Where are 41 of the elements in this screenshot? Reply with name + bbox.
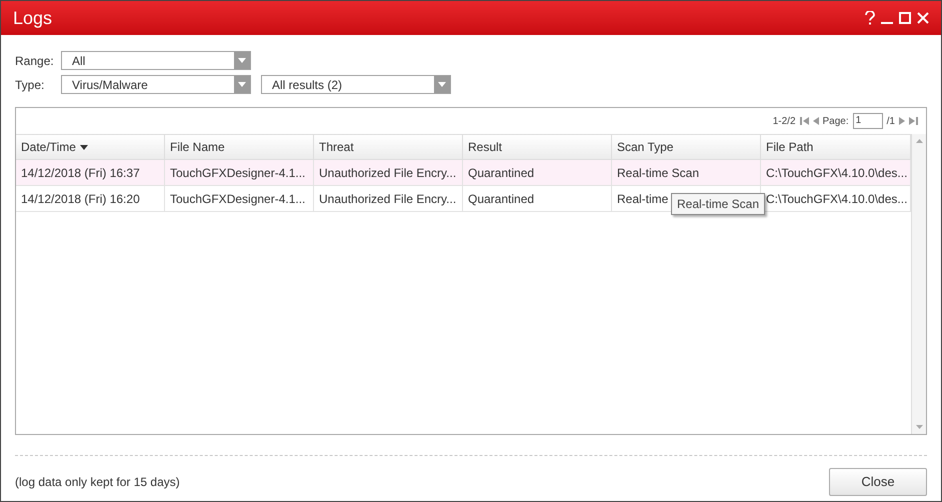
caret-icon [234, 52, 250, 69]
table-row[interactable]: 14/12/2018 (Fri) 16:37 TouchGFXDesigner-4.1... Unauthorized File Encry... Quarantined Real-time Scan C:\TouchGFX\4.10.0\des... [16, 160, 911, 186]
close-button[interactable]: Close [829, 468, 927, 496]
scrollbar[interactable] [911, 134, 926, 434]
dropdown[interactable]: Virus/Malware [61, 75, 251, 94]
page-label: Page: [822, 114, 849, 128]
close-icon[interactable] [917, 12, 929, 24]
table-cell: Unauthorized File Encry... [314, 186, 463, 211]
caret-icon [234, 76, 250, 93]
table-cell: Quarantined [463, 186, 612, 211]
last-page-icon[interactable] [909, 117, 918, 125]
previous-page-icon[interactable] [812, 117, 819, 125]
table-cell: TouchGFXDesigner-4.1... [165, 186, 314, 211]
tooltip: Real-time Scan [671, 193, 766, 215]
maximize-icon[interactable] [899, 12, 911, 24]
retention-note: (log data only kept for 15 days) [15, 474, 180, 491]
table-cell: Real-time Scan [612, 160, 761, 185]
scroll-up-icon[interactable] [916, 139, 922, 143]
column-header[interactable]: Scan Type [612, 135, 761, 159]
column-header[interactable]: Threat [314, 135, 463, 159]
caret-icon [434, 76, 450, 93]
column-header[interactable]: Result [463, 135, 612, 159]
first-page-icon[interactable] [800, 117, 809, 125]
page-input[interactable]: 1 [852, 113, 883, 129]
next-page-icon[interactable] [899, 117, 905, 125]
filter-label: Type: [15, 76, 46, 94]
table-cell: 14/12/2018 (Fri) 16:20 [16, 186, 165, 211]
result-count: 1-2/2 [772, 114, 796, 128]
column-header[interactable]: File Name [165, 135, 314, 159]
table-cell: Quarantined [463, 160, 612, 185]
page-total: /1 [886, 114, 895, 128]
dropdown[interactable]: All results (2) [261, 75, 451, 94]
table-cell: 14/12/2018 (Fri) 16:37 [16, 160, 165, 185]
table-cell: Unauthorized File Encry... [314, 160, 463, 185]
dropdown[interactable]: All [61, 51, 251, 70]
table-cell: TouchGFXDesigner-4.1... [165, 160, 314, 185]
filter-label: Range: [15, 52, 55, 70]
scroll-down-icon[interactable] [916, 425, 922, 429]
window-title: Logs [13, 6, 54, 30]
help-icon[interactable] [865, 11, 875, 25]
column-header[interactable]: Date/Time [16, 135, 165, 159]
